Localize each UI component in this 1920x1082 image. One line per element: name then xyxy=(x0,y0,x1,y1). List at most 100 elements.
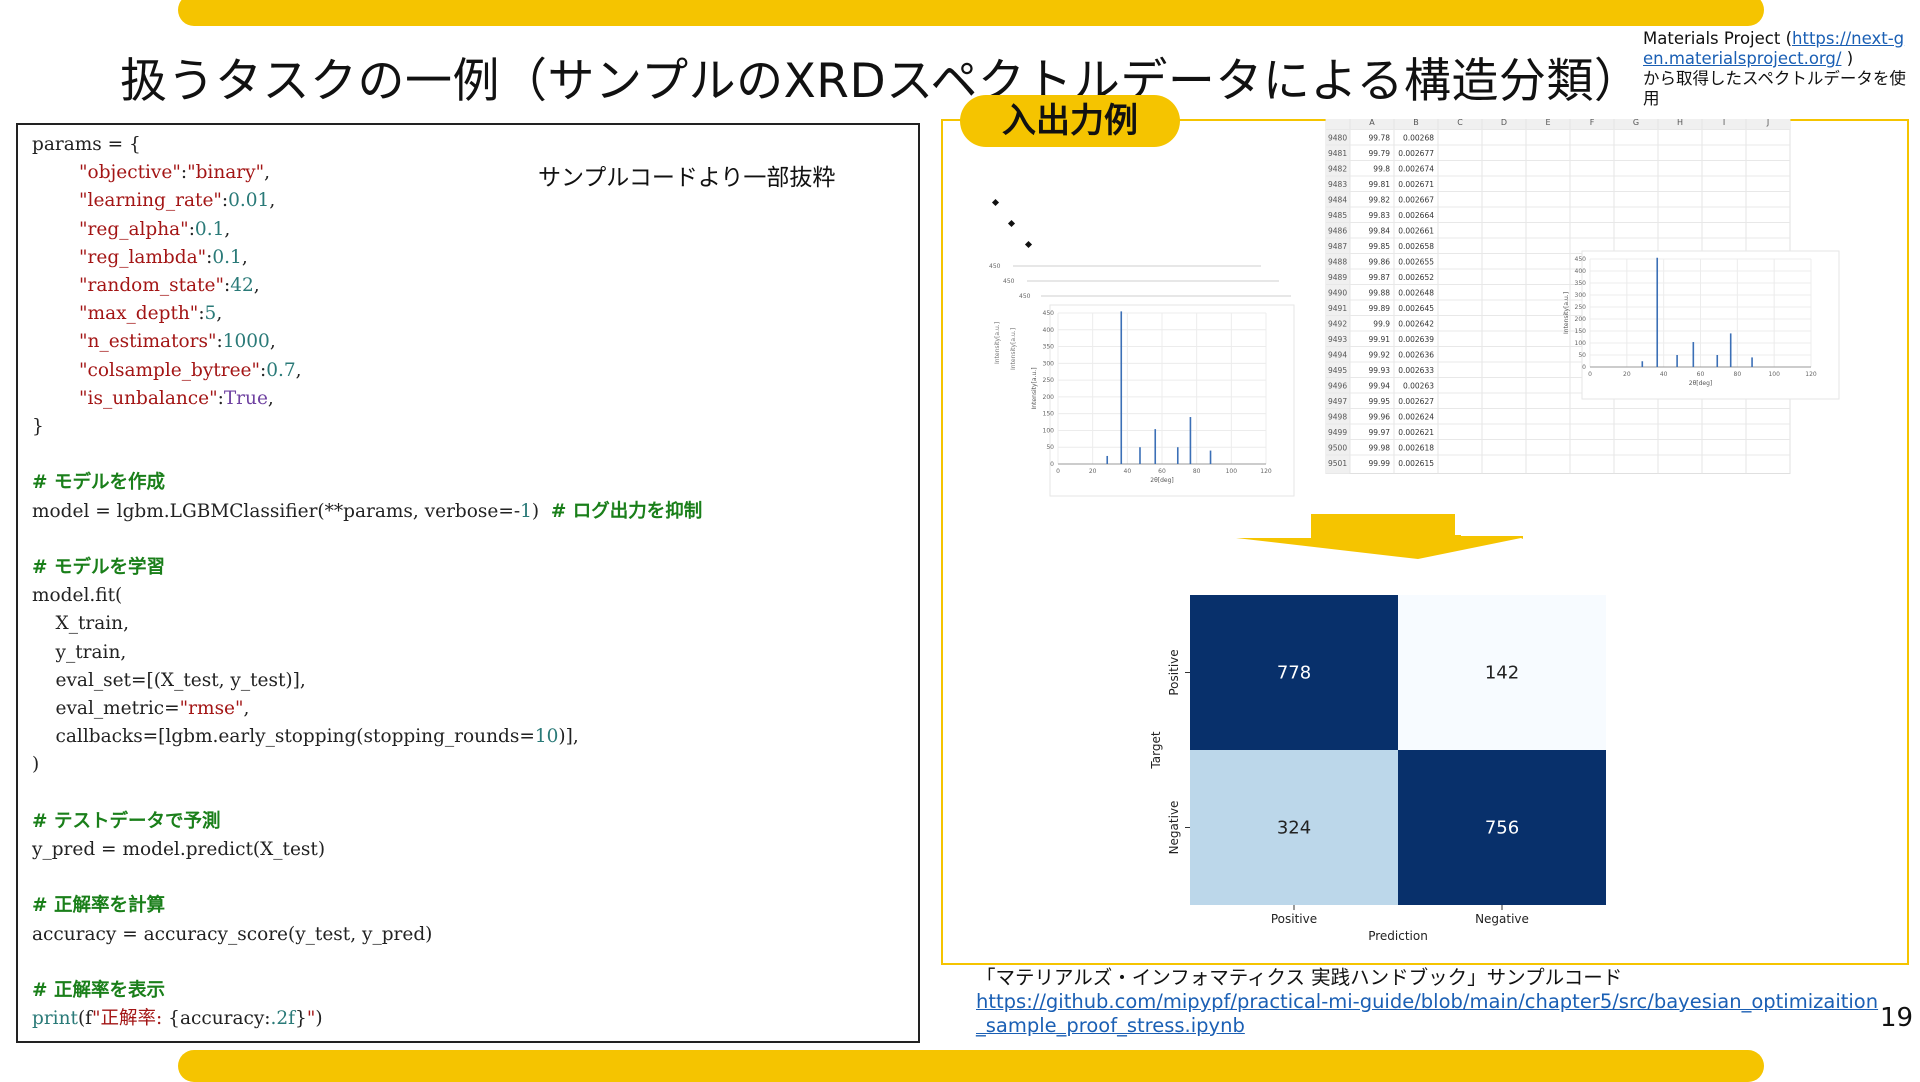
sheet-cell: 99.9 xyxy=(1373,320,1390,329)
sheet-cell: 99.98 xyxy=(1369,444,1391,453)
xrd-chart-right: 0 50 100 150 200 250 300 350 400 450 0 20 40 60 80 100 1… xyxy=(1563,250,1840,400)
sheet-col-header: C xyxy=(1457,119,1463,127)
sheet-rownum: 9490 xyxy=(1328,289,1347,298)
sheet-rownum: 9485 xyxy=(1328,211,1347,220)
sheet-col-header: B xyxy=(1413,119,1419,127)
y-tick-label: 200 xyxy=(1575,316,1587,323)
sheet-cell: 0.002618 xyxy=(1398,444,1434,453)
plot-frame xyxy=(1049,304,1295,497)
sheet-rownum: 9499 xyxy=(1328,428,1347,437)
sheet-col-header: F xyxy=(1590,119,1595,127)
y-tick-label: 450 xyxy=(1043,310,1055,317)
y-tick-label: 350 xyxy=(1575,280,1587,287)
x-axis-label: 2θ[deg] xyxy=(1150,477,1173,484)
sheet-cell: 0.002664 xyxy=(1398,211,1434,220)
code-comment: # モデルを学習 xyxy=(32,557,165,579)
y-tick-label: 300 xyxy=(1043,360,1055,367)
sheet-rownum: 9501 xyxy=(1328,459,1347,468)
sheet-cell: 0.002661 xyxy=(1398,227,1434,236)
sheet-cell: 99.83 xyxy=(1369,211,1391,220)
sheet-rownum: 9488 xyxy=(1328,258,1347,267)
sheet-rownum: 9483 xyxy=(1328,180,1347,189)
sheet-cell: 99.86 xyxy=(1369,258,1391,267)
sheet-cell: 99.81 xyxy=(1369,180,1391,189)
sheet-cell: 99.93 xyxy=(1369,366,1391,375)
y-axis-label: Intensity[a.u.] xyxy=(994,322,1001,364)
x-tick-label: 80 xyxy=(1193,468,1201,475)
param-line: "n_estimators":1000, xyxy=(79,331,276,353)
y-axis-label: Intensity[a.u.] xyxy=(1031,367,1038,409)
confusion-matrix: 778 142 324 756 Positive Negative Positive Nega… xyxy=(1149,595,1606,943)
code-comment: # 正解率を表示 xyxy=(32,980,165,1002)
param-line: "max_depth":5, xyxy=(79,303,223,325)
y-tick-label: 150 xyxy=(1043,411,1055,418)
sheet-cell: 99.91 xyxy=(1369,335,1391,344)
sheet-cell: 99.96 xyxy=(1369,413,1391,422)
x-tick-label: 20 xyxy=(1089,468,1097,475)
ghost-tick: 450 xyxy=(989,263,1001,270)
code-comment: # モデルを作成 xyxy=(32,472,165,494)
sheet-cell: 0.002624 xyxy=(1398,413,1434,422)
code-panel: サンプルコードより一部抜粋 params = { "objective":"bi… xyxy=(16,123,920,1043)
heatmap-value-label: 142 xyxy=(1485,663,1519,684)
sheet-rownum: 9500 xyxy=(1328,444,1347,453)
sheet-cell: 99.94 xyxy=(1369,382,1391,391)
sheet-rownum: 9494 xyxy=(1328,351,1347,360)
page-number: 19 xyxy=(1880,1003,1914,1033)
bottom-accent-bar xyxy=(178,1050,1764,1082)
top-accent-bar xyxy=(178,0,1764,26)
ghost-tick: 450 xyxy=(1003,278,1015,285)
x-axis-label: Prediction xyxy=(1368,929,1428,943)
y-tick-label: 100 xyxy=(1043,427,1055,434)
sheet-cell: 99.99 xyxy=(1369,459,1391,468)
down-arrow-icon xyxy=(1236,535,1523,559)
sheet-cell: 0.002636 xyxy=(1398,351,1434,360)
y-tick-label: Negative xyxy=(1167,801,1181,855)
x-tick-label: 120 xyxy=(1805,371,1817,378)
reference: 「マテリアルズ・インフォマティクス 実践ハンドブック」サンプルコード https… xyxy=(976,966,1881,1038)
sheet-cell: 99.85 xyxy=(1369,242,1391,251)
heatmap-value-label: 756 xyxy=(1485,818,1519,839)
sheet-rownum: 9487 xyxy=(1328,242,1347,251)
sheet-rownum: 9484 xyxy=(1328,196,1347,205)
sheet-cell: 99.88 xyxy=(1369,289,1391,298)
sheet-cell: 0.002652 xyxy=(1398,273,1434,282)
param-line: "reg_alpha":0.1, xyxy=(79,218,231,240)
sheet-cell: 0.00263 xyxy=(1403,382,1434,391)
sheet-rownum: 9491 xyxy=(1328,304,1347,313)
sheet-cell: 99.78 xyxy=(1369,134,1391,143)
heatmap-value-label: 324 xyxy=(1277,818,1311,839)
y-axis-label: Intensity[a.u.] xyxy=(1010,328,1017,370)
sheet-cell: 99.92 xyxy=(1369,351,1391,360)
param-line: "is_unbalance":True, xyxy=(79,387,274,409)
y-tick-label: 400 xyxy=(1575,268,1587,275)
reference-link[interactable]: https://github.com/mipypf/practical-mi-g… xyxy=(976,990,1881,1038)
xrd-chart-left: 0 50 100 150 200 250 300 350 400 450 0 20 40 60 80 100 1… xyxy=(994,304,1295,497)
y-tick-label: 300 xyxy=(1575,292,1587,299)
io-visual: 450 450 450 0501001502002503003504004500… xyxy=(989,119,1840,943)
sheet-cell: 0.002627 xyxy=(1398,397,1434,406)
x-tick-label: 60 xyxy=(1697,371,1705,378)
sheet-cell: 0.002674 xyxy=(1398,165,1434,174)
ghost-tick: 450 xyxy=(1019,293,1031,300)
sheet-rownum: 9492 xyxy=(1328,320,1347,329)
param-line: "reg_lambda":0.1, xyxy=(79,246,248,268)
x-axis-label: 2θ[deg] xyxy=(1689,380,1712,387)
x-tick-label: 60 xyxy=(1158,468,1166,475)
sheet-rownum: 9495 xyxy=(1328,366,1347,375)
slide-title: 扱うタスクの一例（サンプルのXRDスペクトルデータによる構造分類） xyxy=(120,54,1642,109)
sheet-rownum: 9498 xyxy=(1328,413,1347,422)
x-tick-label: 100 xyxy=(1768,371,1780,378)
x-tick-label: 120 xyxy=(1260,468,1272,475)
y-axis-label: Target xyxy=(1149,731,1163,769)
sheet-cell: 0.002648 xyxy=(1398,289,1434,298)
down-arrow-body xyxy=(1311,514,1455,538)
heatmap-value-label: 778 xyxy=(1277,663,1311,684)
y-tick-label: 350 xyxy=(1043,344,1055,351)
x-tick-label: 40 xyxy=(1660,371,1668,378)
sheet-rownum: 9496 xyxy=(1328,382,1347,391)
y-tick-label: Positive xyxy=(1167,649,1181,695)
code-comment: # テストデータで予測 xyxy=(32,810,221,832)
sheet-col-header: J xyxy=(1766,119,1769,127)
reference-title: 「マテリアルズ・インフォマティクス 実践ハンドブック」サンプルコード xyxy=(976,966,1623,989)
